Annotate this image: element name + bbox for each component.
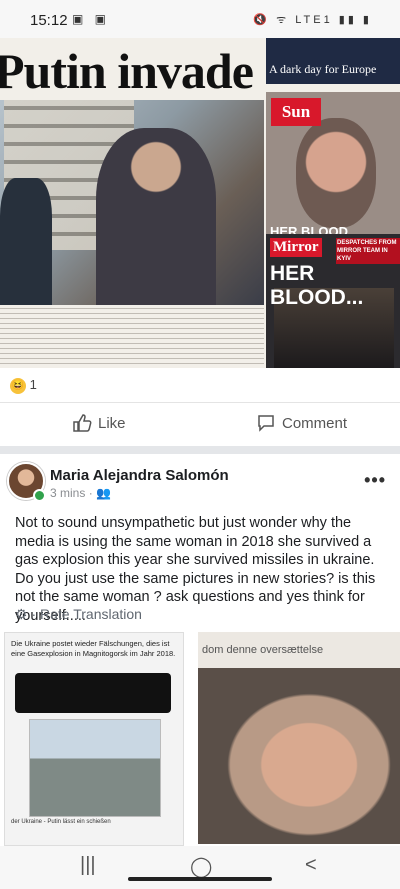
building-screenshot xyxy=(29,719,161,817)
comment-button[interactable]: Comment xyxy=(256,413,347,433)
comment-label: Comment xyxy=(282,414,348,432)
guardian-frontpage: A dark day for Europe xyxy=(266,38,400,84)
german-footer: der Ukraine - Putin lässt ein schießen xyxy=(11,819,111,825)
like-label: Like xyxy=(98,414,126,432)
status-bar: 15:12 ▣ ▣ 🔇 ᯤ LTE1 ▮▮ ▮ xyxy=(0,0,400,38)
comment-icon xyxy=(258,415,274,432)
rate-translation-link[interactable]: ⚙ · Rate Translation xyxy=(15,606,142,623)
gesture-bar[interactable] xyxy=(128,877,272,881)
friends-audience-icon: 👥 xyxy=(96,486,111,500)
sun-frontpage: Sun HER BLOOD xyxy=(266,92,400,242)
injured-woman-figure xyxy=(96,128,216,305)
mirror-headline: HER BLOOD... xyxy=(270,262,364,309)
post-actions: Like Comment xyxy=(0,402,400,445)
comment-header: Maria Alejandra Salomón 3 mins · 👥 ••• xyxy=(0,456,400,508)
more-options-icon[interactable]: ••• xyxy=(364,470,386,491)
mirror-subheading: DESPATCHES FROM MIRROR TEAM IN KYIV xyxy=(336,238,400,264)
comment-author[interactable]: Maria Alejandra Salomón xyxy=(50,467,229,484)
comment-attachment-image[interactable]: Die Ukraine postet wieder Fälschungen, d… xyxy=(0,632,400,846)
newspaper-headline: Putin invade xyxy=(0,43,254,99)
guardian-headline: A dark day for Europe xyxy=(269,62,377,76)
dot-separator: · xyxy=(88,486,97,500)
dark-media-box xyxy=(15,673,171,713)
screenshot-right-panel: dom denne oversættelse xyxy=(198,632,400,844)
injured-woman-photo xyxy=(198,668,400,844)
german-caption: Die Ukraine postet wieder Fälschungen, d… xyxy=(11,639,176,658)
mirror-logo: Mirror xyxy=(270,238,322,257)
recent-apps-icon[interactable]: ||| xyxy=(80,854,96,877)
thumbs-up-icon xyxy=(73,414,92,432)
like-button[interactable]: Like xyxy=(72,413,126,433)
signal-battery-icons: 🔇 ᯤ LTE1 ▮▮ ▮ xyxy=(253,14,372,26)
android-nav-bar: ||| ◯ < xyxy=(0,846,400,889)
online-status-icon xyxy=(33,489,46,502)
mirror-frontpage: Mirror DESPATCHES FROM MIRROR TEAM IN KY… xyxy=(266,234,400,368)
gear-icon: ⚙ xyxy=(15,606,28,622)
soldier-figure xyxy=(0,178,52,305)
back-icon[interactable]: < xyxy=(305,854,317,877)
translate-separator: · xyxy=(31,606,41,622)
newspaper-main-photo xyxy=(0,100,264,305)
reaction-summary[interactable]: 😆 1 xyxy=(10,377,37,394)
status-time: 15:12 xyxy=(30,12,68,29)
reaction-count: 1 xyxy=(29,377,37,392)
screenshot-left-panel: Die Ukraine postet wieder Fälschungen, d… xyxy=(4,632,184,846)
home-icon[interactable]: ◯ xyxy=(190,854,212,879)
haha-reaction-icon: 😆 xyxy=(10,377,26,394)
newspaper-columns xyxy=(0,306,264,368)
comment-time: 3 mins xyxy=(50,486,86,500)
rate-translation-label: Rate Translation xyxy=(40,606,142,622)
notification-icons: ▣ ▣ xyxy=(72,12,111,26)
section-divider xyxy=(0,446,400,454)
sun-logo: Sun xyxy=(271,98,321,126)
danish-caption: dom denne oversættelse xyxy=(202,644,324,656)
post-image-newspaper-collage[interactable]: Putin invade A dark day for Europe Sun H… xyxy=(0,38,400,368)
sun-photo xyxy=(296,118,376,228)
comment-meta: 3 mins · 👥 xyxy=(50,486,111,500)
